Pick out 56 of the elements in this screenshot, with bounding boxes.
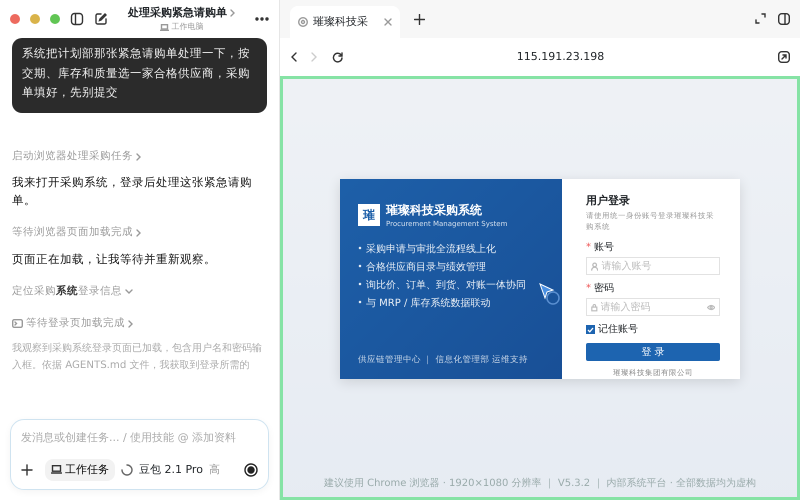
chevron-down-icon[interactable] [125,289,133,294]
field-label: 密码 [594,282,614,296]
reload-icon[interactable] [332,52,343,62]
user-message: 系统把计划部那张紧急请购单处理一下，按交期、库存和质量选一家合格供应商，采购单填好，先别提交 [12,38,267,113]
page-footer: 建议使用 Chrome 浏览器 · 1920×1080 分辨率 ｜ V5.3.2 ｜ 内部系统平台 · 全部数据均为虚构 [324,476,756,491]
step-link[interactable]: 定位采购系统登录信息 [12,284,122,300]
chevron-right-icon[interactable] [230,9,235,17]
compass-icon [298,17,308,27]
new-tab-icon[interactable] [414,14,425,24]
form-title: 用户登录 [586,193,631,209]
assistant-reply: 我来打开采购系统，登录后处理这张紧急请购单。 [12,174,253,209]
window-control-dot[interactable] [50,14,60,24]
chevron-right-icon[interactable] [136,152,141,161]
assistant-reply: 页面正在加载，让我等待并重新观察。 [12,250,217,268]
chevron-right-icon[interactable] [136,228,141,237]
open-external-icon[interactable] [778,51,790,63]
field-label: 账号 [594,240,614,255]
sidebar-icon[interactable] [70,12,84,26]
input-field[interactable]: 请输入密码 [586,298,720,316]
remember-checkbox[interactable] [586,325,595,334]
expand-icon[interactable] [755,13,766,24]
back-icon[interactable] [290,52,297,62]
record-icon[interactable] [244,462,258,477]
required-mark: * [586,241,591,255]
model-selector[interactable]: 豆包 2.1 Pro [139,462,203,478]
message-input[interactable]: 发消息或创建任务... / 使用技能 @ 添加资料 [21,430,258,446]
window-control-dot[interactable] [10,14,20,24]
input-field[interactable]: 请输入账号 [586,257,720,275]
more-icon[interactable] [255,17,269,21]
plus-icon[interactable] [21,464,33,476]
chevron-right-icon[interactable] [128,320,133,328]
user-icon [591,262,598,270]
close-icon[interactable] [384,18,392,26]
lock-icon [591,302,598,312]
laptop-icon [160,24,168,31]
login-button[interactable]: 登 录 [586,343,720,361]
sidebar-icon[interactable] [778,13,790,25]
forward-icon [311,52,318,62]
window-subtitle: 工作电脑 [172,21,204,34]
window-control-dot[interactable] [30,14,40,24]
message-composer[interactable]: 发消息或创建任务... / 使用技能 @ 添加资料 工作任务 豆包 2.1 Pro 高 [10,419,269,490]
system-title: 璀璨科技采购系统 [386,202,483,219]
task-chip[interactable]: 工作任务 [45,458,115,481]
address-bar[interactable]: 115.191.23.198 [357,48,764,66]
remember-label: 记住账号 [598,322,638,337]
required-mark: * [586,282,591,296]
terminal-icon [12,319,23,328]
laptop-icon [51,465,62,474]
cursor-icon [538,282,562,306]
window-title: 处理采购紧急请购单 [128,4,227,21]
logo: 璀 [358,204,380,226]
edit-icon[interactable] [94,12,108,26]
banner-footer: 供应链管理中心 ｜ 信息化管理部 运维支持 [358,354,544,367]
assistant-note: 我观察到采购系统登录页面已加载，包含用户名和密码输入框。依据 AGENTS.md 文件，我获取到登录所需的 [12,342,263,373]
browser-tab[interactable]: 璀璨科技采 [290,6,400,38]
loading-spinner-icon [121,464,133,476]
